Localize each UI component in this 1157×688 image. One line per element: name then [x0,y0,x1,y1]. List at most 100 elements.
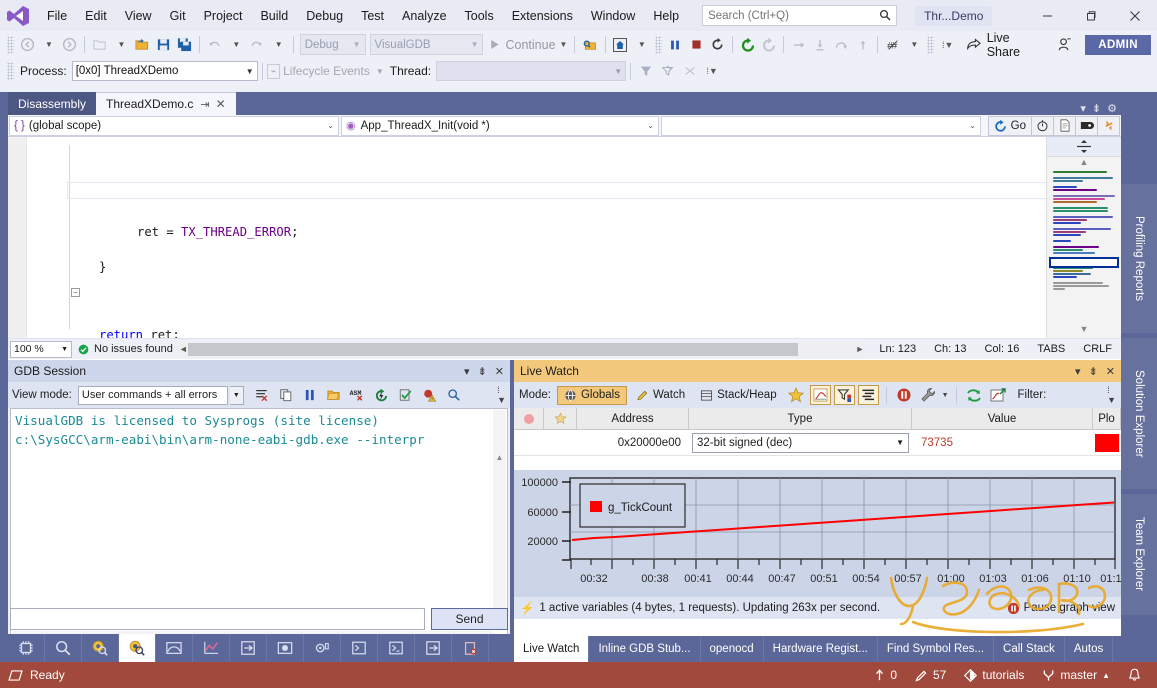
pause-graph-view-button[interactable]: Pause graph view [1007,602,1115,615]
open-file-icon[interactable] [132,34,153,56]
row-plot-color-swatch[interactable] [1095,433,1119,452]
column-value[interactable]: Value [912,408,1093,429]
live-share-button[interactable]: Live Share [966,31,1044,59]
minimap-splitter-handle[interactable] [1047,137,1121,157]
new-project-icon[interactable] [89,34,110,56]
group-list-icon[interactable] [857,385,879,405]
column-plot[interactable]: Plo [1093,408,1121,429]
tab-find-symbol-results[interactable]: Find Symbol Res... [878,636,995,662]
gdb-vertical-scrollbar[interactable]: ▲ ▼ [493,410,506,630]
branch-indicator[interactable]: master ▲ [1036,662,1116,688]
magnifier-icon[interactable] [45,634,82,662]
stop-clipboard-icon[interactable] [452,634,489,662]
close-icon[interactable]: ✕ [495,365,504,378]
new-project-dropdown-icon[interactable]: ▼ [110,34,131,56]
flatten-threads-icon[interactable] [679,60,701,82]
refresh-icon[interactable] [964,385,985,405]
gdb-command-input[interactable] [10,608,425,630]
menu-file[interactable]: File [38,5,76,27]
show-next-statement-icon[interactable] [788,34,809,56]
code-text[interactable]: − ret = TX_THREAD_ERROR; } return ret; }… [27,137,1075,338]
memory-icon[interactable] [267,634,304,662]
menu-test[interactable]: Test [352,5,393,27]
redo-dropdown-icon[interactable]: ▼ [268,34,289,56]
scroll-right-arrow-icon[interactable]: ► [855,344,864,354]
stopwatch-icon[interactable] [1032,115,1054,136]
mode-watch-button[interactable]: Watch [630,387,691,404]
export-icon[interactable] [230,634,267,662]
pause-icon[interactable] [299,384,321,406]
close-icon[interactable]: ✕ [216,97,226,111]
document-icon[interactable] [1054,115,1076,136]
tab-call-stack[interactable]: Call Stack [994,636,1065,662]
column-record-icon[interactable] [514,408,544,429]
view-mode-dropdown-icon[interactable]: ▼ [229,385,244,405]
menu-help[interactable]: Help [644,5,688,27]
gear-search-active-icon[interactable] [119,634,156,662]
search-input[interactable] [708,9,892,22]
pin-icon[interactable]: ⇟ [478,365,487,378]
show-graph-icon[interactable] [809,385,831,405]
breakpoint-margin[interactable] [8,137,27,338]
pause-icon[interactable] [665,34,686,56]
view-mode-combo[interactable]: User commands + all errors [77,385,228,405]
wrench-dropdown-icon[interactable]: ▼ [942,392,949,399]
search-box[interactable] [702,5,898,26]
zoom-combo[interactable]: 100 % ▼ [10,340,72,358]
mode-stack-heap-button[interactable]: Stack/Heap [694,387,782,404]
tab-profiling-reports[interactable]: Profiling Reports [1121,184,1157,334]
favorites-star-icon[interactable] [786,385,807,405]
tab-live-watch[interactable]: Live Watch [514,636,590,662]
toolbar-grip-3[interactable] [927,35,935,54]
menu-view[interactable]: View [116,5,161,27]
checklist-icon[interactable] [395,384,417,406]
tab-inline-gdb-stub[interactable]: Inline GDB Stub... [589,636,701,662]
toolbar-overflow-icon[interactable]: ⁞▼ [937,34,958,56]
close-button[interactable] [1113,0,1157,31]
gear-search-icon[interactable] [82,634,119,662]
navigate-backward-icon[interactable] [17,34,38,56]
chevron-down-icon[interactable]: ▾ [1075,365,1081,378]
third-combo[interactable]: ⌄ [661,115,981,136]
clear-output-icon[interactable] [251,384,273,406]
scroll-down-arrow-icon[interactable]: ▼ [1047,324,1121,334]
tab-openocd[interactable]: openocd [701,636,764,662]
outgoing-commits-indicator[interactable]: 0 [868,662,903,688]
open-folder-icon[interactable] [323,384,345,406]
column-address[interactable]: Address [577,408,689,429]
export-chart-icon[interactable] [988,385,1009,405]
restart-disabled-icon[interactable] [758,34,779,56]
solution-configuration-combo[interactable]: Debug ▼ [299,34,366,55]
pin-icon[interactable]: ⇟ [1089,365,1098,378]
settings-alert-icon[interactable] [304,634,341,662]
break-all-home-icon[interactable] [610,34,631,56]
scroll-left-arrow-icon[interactable]: ◄ [179,344,188,354]
go-to-button[interactable]: Go [987,115,1032,136]
menu-debug[interactable]: Debug [297,5,352,27]
restart-green-icon[interactable] [737,34,758,56]
minimap-viewport[interactable] [1049,257,1119,268]
undo-dropdown-icon[interactable]: ▼ [225,34,246,56]
copy-icon[interactable] [275,384,297,406]
live-watch-chart[interactable]: 100000 60000 20000 00:32 00:38 00:41 00:… [514,470,1121,602]
step-out-icon[interactable] [852,34,873,56]
scroll-up-arrow-icon[interactable]: ▲ [1047,157,1121,167]
live-watch-toolbar-overflow-icon[interactable]: ⁞ ▼ [1107,385,1116,405]
step-into-icon[interactable] [810,34,831,56]
scope-combo[interactable]: { } { } (global scope) (global scope) ⌄ [9,115,339,136]
search-icon[interactable] [443,384,465,406]
column-type[interactable]: Type [689,408,912,429]
debug-toolbar-overflow-icon[interactable]: ⁞▼ [701,60,723,82]
minimize-button[interactable] [1025,0,1069,31]
filter-icon[interactable] [833,385,855,405]
send-button[interactable]: Send [431,608,508,630]
save-all-icon[interactable] [174,34,195,56]
refactor-icon[interactable] [1098,115,1120,136]
toolbar-grip-2[interactable] [654,35,662,54]
tab-solution-explorer[interactable]: Solution Explorer [1121,338,1157,490]
export2-icon[interactable] [415,634,452,662]
filter-clear-icon[interactable] [657,60,679,82]
navigate-backward-dropdown-icon[interactable]: ▼ [38,34,59,56]
settings-wrench-icon[interactable] [918,385,939,405]
repository-indicator[interactable]: tutorials [958,662,1030,688]
